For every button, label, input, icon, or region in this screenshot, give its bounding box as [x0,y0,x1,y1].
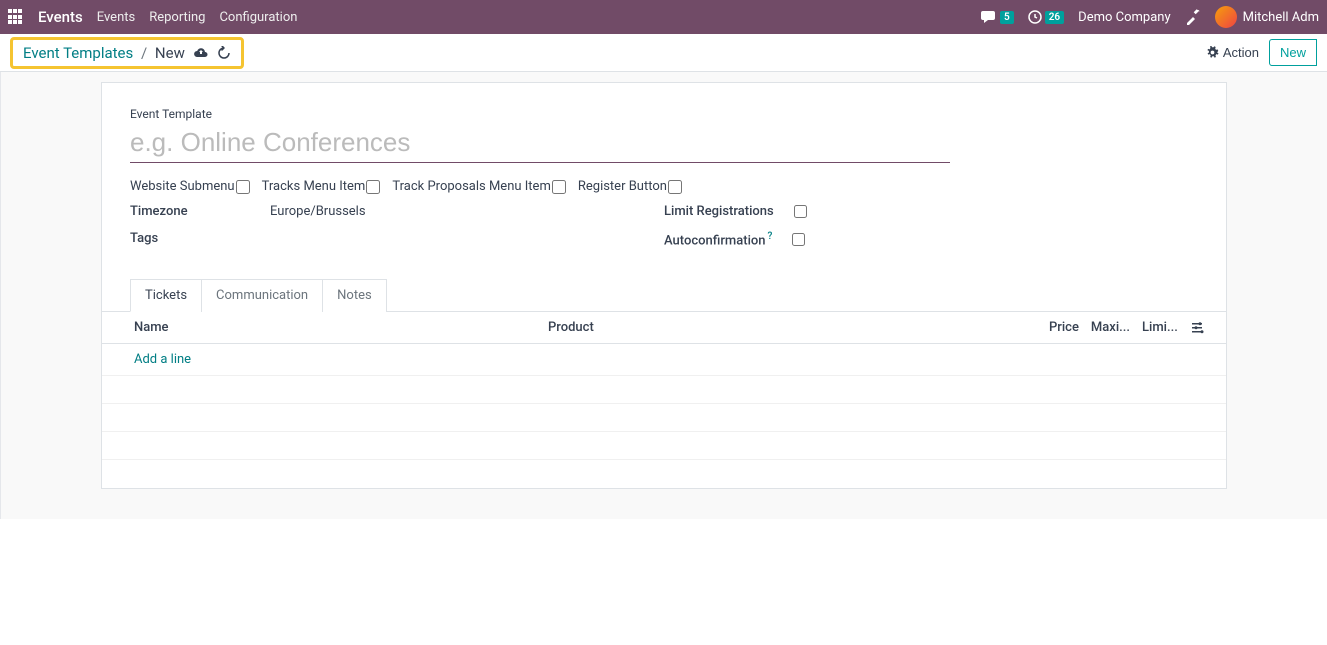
clock-icon [1028,10,1042,24]
label-limit-registrations: Limit Registrations [664,204,774,219]
th-price[interactable]: Price [1025,312,1085,344]
sheet-background: Event Template Website Submenu Tracks Me… [0,72,1327,519]
control-bar: Event Templates / New Action New [0,34,1327,72]
label-website-submenu: Website Submenu [130,179,235,194]
th-product[interactable]: Product [542,312,1025,344]
tickets-table: Name Product Price Maxi... Limi... Add a… [102,312,1226,488]
empty-row [102,432,1226,460]
breadcrumb-current: New [155,44,185,62]
form-sheet: Event Template Website Submenu Tracks Me… [101,82,1227,489]
top-navbar: Events Events Reporting Configuration 5 … [0,0,1327,34]
messaging-button[interactable]: 5 [981,10,1014,24]
empty-row [102,376,1226,404]
breadcrumb-root[interactable]: Event Templates [23,44,133,62]
tab-tickets[interactable]: Tickets [130,279,202,312]
label-timezone: Timezone [130,204,270,219]
tab-notes[interactable]: Notes [322,279,387,312]
gear-icon [1206,46,1219,59]
checkbox-tracks-menu-item[interactable] [366,180,380,194]
activities-button[interactable]: 26 [1028,10,1064,24]
th-limit[interactable]: Limi... [1136,312,1186,344]
empty-row [102,460,1226,488]
label-autoconfirmation: Autoconfirmation [664,233,766,248]
label-track-proposals: Track Proposals Menu Item [392,179,551,194]
chat-count: 5 [1000,11,1014,24]
add-line-link[interactable]: Add a line [134,352,191,367]
tools-icon[interactable] [1185,9,1201,25]
th-maximum[interactable]: Maxi... [1085,312,1136,344]
breadcrumb-separator: / [141,44,147,62]
empty-row [102,404,1226,432]
new-button[interactable]: New [1269,39,1317,66]
chat-icon [981,10,997,24]
user-menu[interactable]: Mitchell Adm [1215,6,1319,28]
app-name[interactable]: Events [38,8,83,26]
label-register-button: Register Button [578,179,667,194]
discard-icon[interactable] [217,46,231,60]
checkbox-limit-registrations[interactable] [794,205,807,218]
clock-count: 26 [1045,11,1064,24]
apps-icon[interactable] [8,9,24,25]
nav-item-configuration[interactable]: Configuration [219,10,297,25]
tabs: Tickets Communication Notes [102,278,1226,312]
label-tags: Tags [130,231,270,246]
th-name[interactable]: Name [102,312,542,344]
breadcrumb-highlight: Event Templates / New [10,37,244,69]
event-template-input[interactable] [130,123,950,163]
help-icon[interactable]: ? [768,231,773,242]
label-event-template: Event Template [130,107,1198,121]
checkbox-autoconfirmation[interactable] [792,233,805,246]
nav-item-events[interactable]: Events [97,10,135,25]
tab-communication[interactable]: Communication [201,279,323,312]
columns-settings-icon[interactable] [1192,322,1206,334]
checkbox-track-proposals[interactable] [552,180,566,194]
company-name[interactable]: Demo Company [1078,10,1170,25]
label-tracks-menu-item: Tracks Menu Item [262,179,366,194]
checkbox-register-button[interactable] [668,180,682,194]
user-name: Mitchell Adm [1243,10,1319,25]
action-button[interactable]: Action [1206,45,1259,60]
avatar [1215,6,1237,28]
value-timezone[interactable]: Europe/Brussels [270,204,366,219]
breadcrumb: Event Templates / New [23,44,185,62]
cloud-save-icon[interactable] [193,46,209,60]
checkbox-website-submenu[interactable] [236,180,250,194]
nav-item-reporting[interactable]: Reporting [149,10,205,25]
